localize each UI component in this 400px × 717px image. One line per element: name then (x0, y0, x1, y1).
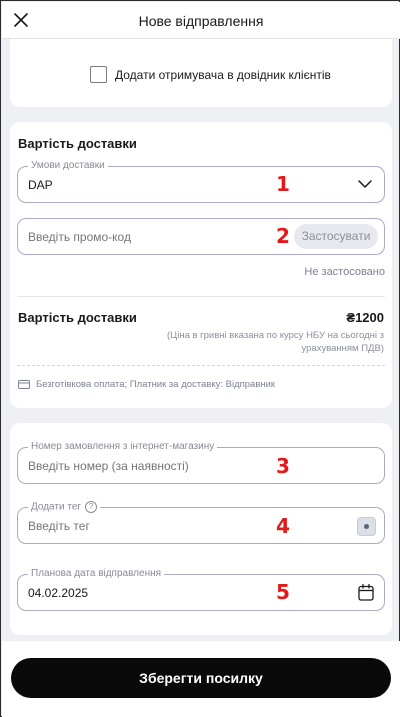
header: Нове відправлення (2, 2, 400, 39)
tag-legend-text: Додати тег (31, 501, 82, 513)
total-cost-label: Вартість доставки (18, 310, 137, 325)
ship-date-legend: Планова дата відправлення (28, 568, 165, 580)
delivery-cost-card: Вартість доставки Умови доставки DAP 1 2… (10, 122, 392, 408)
total-cost-value: ₴1200 (346, 310, 384, 325)
card-icon (18, 380, 30, 389)
promo-code-input[interactable] (28, 230, 268, 244)
apply-promo-button[interactable]: Застосувати (294, 224, 378, 249)
delivery-terms-value: DAP (28, 178, 53, 192)
order-number-input[interactable] (28, 459, 268, 473)
help-icon[interactable]: ? (85, 501, 98, 513)
footer: Зберегти посилку (2, 641, 400, 717)
payment-info-row: Безготівкова оплата; Платник за доставку… (18, 379, 275, 390)
ship-date-field[interactable]: Планова дата відправлення 04.02.2025 5 (17, 568, 385, 611)
marker-1: 1 (276, 172, 290, 196)
payment-info-text: Безготівкова оплата; Платник за доставку… (36, 379, 276, 390)
delivery-terms-select[interactable]: Умови доставки DAP 1 (17, 160, 385, 203)
delivery-cost-title: Вартість доставки (18, 136, 137, 151)
calendar-icon[interactable] (358, 584, 374, 601)
total-cost-note: (Ціна в гривні вказана по курсу НБУ на с… (167, 330, 384, 354)
marker-2: 2 (276, 224, 290, 248)
marker-4: 4 (276, 514, 290, 538)
order-number-legend: Номер замовлення з інтернет-магазину (28, 441, 218, 453)
chevron-down-icon[interactable] (358, 179, 372, 189)
divider (17, 296, 385, 297)
ship-date-value: 04.02.2025 (28, 586, 89, 600)
add-to-directory-checkbox[interactable] (90, 66, 107, 83)
promo-code-field: 2 Застосувати (17, 218, 385, 255)
marker-5: 5 (276, 580, 290, 604)
add-to-directory-row[interactable]: Додати отримувача в довідник клієнтів (90, 66, 331, 83)
marker-3: 3 (276, 454, 290, 478)
save-parcel-button[interactable]: Зберегти посилку (11, 658, 391, 698)
extra-info-card: Номер замовлення з інтернет-магазину 3 Д… (10, 423, 392, 635)
tag-input[interactable] (28, 519, 268, 533)
app-frame: Нове відправлення Додати отримувача в до… (0, 0, 400, 717)
tag-add-button[interactable] (357, 517, 376, 536)
tag-legend: Додати тег? (28, 501, 101, 514)
recipient-card: Додати отримувача в довідник клієнтів (10, 39, 392, 107)
add-to-directory-label: Додати отримувача в довідник клієнтів (115, 67, 331, 82)
page-title: Нове відправлення (138, 13, 264, 29)
order-number-field: Номер замовлення з інтернет-магазину 3 (17, 441, 385, 484)
tag-field: Додати тег? 4 (17, 501, 385, 544)
promo-status: Не застосовано (304, 266, 385, 278)
dashed-divider (17, 365, 385, 366)
delivery-terms-legend: Умови доставки (28, 160, 108, 172)
